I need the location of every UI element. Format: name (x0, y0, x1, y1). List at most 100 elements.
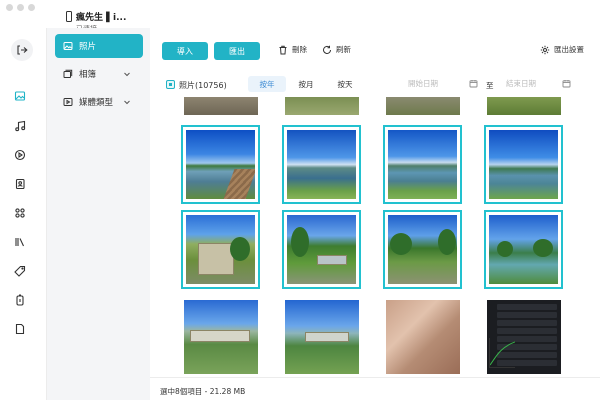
chevron-down-icon (124, 100, 130, 105)
export-button[interactable]: 匯出 (214, 42, 260, 60)
books-icon (15, 238, 24, 247)
status-bar: 選中8個項目 - 21.28 MB (150, 377, 600, 400)
media-type-icon (63, 98, 73, 106)
sidebar-item-albums[interactable]: 相簿 (55, 62, 143, 86)
photo-image (388, 215, 457, 284)
exit-icon (17, 45, 28, 55)
refresh-label: 刷新 (336, 45, 351, 54)
gear-icon (540, 45, 550, 54)
music-icon (15, 120, 26, 132)
start-date-input[interactable]: 開始日期 (408, 78, 478, 92)
photo-thumbnail[interactable] (184, 300, 258, 374)
photo-image (184, 97, 258, 115)
photo-thumbnail-selected[interactable] (484, 210, 563, 289)
icon-rail (0, 36, 46, 400)
photo-image (186, 215, 255, 284)
album-icon (63, 69, 73, 78)
photo-image (388, 130, 457, 199)
photo-thumbnail[interactable] (184, 97, 258, 115)
photo-thumbnail[interactable] (285, 300, 359, 374)
start-date-placeholder: 開始日期 (408, 79, 438, 88)
photo-image (386, 97, 460, 115)
photo-thumbnail-selected[interactable] (484, 125, 563, 204)
photo-image (287, 215, 356, 284)
sidebar-item-label: 相簿 (79, 70, 97, 80)
sidebar-item-label: 照片 (79, 42, 97, 52)
zoom-window-button[interactable] (28, 4, 35, 11)
rail-item-backup[interactable] (10, 290, 30, 310)
device-name: 瘋先生 ▌i... (76, 13, 127, 23)
photo-image (489, 130, 558, 199)
photo-thumbnail-selected[interactable] (282, 210, 361, 289)
contacts-icon (15, 178, 25, 190)
import-button[interactable]: 導入 (162, 42, 208, 60)
select-all-checkbox[interactable] (166, 80, 175, 89)
filter-bar: 照片(10756) 按年 按月 按天 開始日期 至 結束日期 (150, 74, 600, 96)
photo-thumbnail-selected[interactable] (181, 210, 260, 289)
exit-button[interactable] (11, 39, 33, 61)
export-settings-button[interactable]: 匯出設置 (540, 44, 584, 55)
photo-image (285, 300, 359, 374)
tab-by-year[interactable]: 按年 (248, 76, 286, 92)
app-window: 瘋先生 ▌i... 已連接 (0, 0, 600, 400)
refresh-button[interactable]: 刷新 (322, 44, 351, 55)
photo-image (186, 130, 255, 199)
photo-thumbnail-selected[interactable] (181, 125, 260, 204)
delete-label: 刪除 (292, 45, 307, 54)
selection-status: 選中8個項目 - 21.28 MB (160, 387, 246, 396)
close-window-button[interactable] (6, 4, 13, 11)
photo-image (184, 300, 258, 374)
rail-item-videos[interactable] (10, 145, 30, 165)
photo-icon (63, 42, 73, 50)
calendar-icon (469, 80, 478, 88)
photo-image (386, 300, 460, 374)
photo-image (285, 97, 359, 115)
photo-thumbnail-selected[interactable] (383, 125, 462, 204)
rail-item-books[interactable] (10, 232, 30, 252)
photo-thumbnail[interactable] (386, 300, 460, 374)
phone-icon (66, 11, 72, 22)
photo-image (487, 97, 561, 115)
end-date-placeholder: 結束日期 (506, 79, 536, 88)
photo-thumbnail-selected[interactable] (282, 125, 361, 204)
ringtone-icon (14, 265, 26, 277)
sidebar-item-photos[interactable]: 照片 (55, 34, 143, 58)
photo-count-label: 照片(10756) (179, 81, 227, 90)
calendar-icon (562, 80, 571, 88)
minimize-window-button[interactable] (17, 4, 24, 11)
end-date-input[interactable]: 結束日期 (506, 78, 571, 92)
photo-grid (150, 97, 600, 374)
chevron-down-icon (124, 72, 130, 77)
file-icon (15, 323, 25, 335)
sidebar: 照片 相簿 媒體類型 (46, 28, 150, 400)
delete-button[interactable]: 刪除 (278, 44, 307, 55)
photo-image (287, 130, 356, 199)
photo-icon (14, 91, 26, 101)
sidebar-item-media-types[interactable]: 媒體類型 (55, 90, 143, 114)
export-settings-label: 匯出設置 (554, 45, 584, 54)
photo-thumbnail[interactable] (285, 97, 359, 115)
rail-item-photos[interactable] (10, 86, 30, 106)
tab-by-day[interactable]: 按天 (326, 76, 364, 92)
trash-icon (279, 45, 287, 54)
photo-thumbnail-selected[interactable] (383, 210, 462, 289)
rail-item-apps[interactable] (10, 203, 30, 223)
photo-thumbnail[interactable] (386, 97, 460, 115)
rail-item-contacts[interactable] (10, 174, 30, 194)
tab-by-month[interactable]: 按月 (287, 76, 325, 92)
apps-icon (15, 208, 25, 218)
rail-item-music[interactable] (10, 116, 30, 136)
sidebar-item-label: 媒體類型 (79, 98, 114, 108)
photo-image (489, 215, 558, 284)
backup-icon (16, 294, 24, 306)
toolbar: 導入 匯出 刪除 刷新 匯出設置 (150, 36, 600, 68)
refresh-icon (323, 45, 331, 54)
rail-item-ringtones[interactable] (10, 261, 30, 281)
photo-thumbnail[interactable] (487, 300, 561, 374)
rail-item-files[interactable] (10, 319, 30, 339)
date-range-separator: 至 (486, 81, 494, 90)
scrollbar[interactable] (587, 100, 591, 370)
photo-image (487, 300, 561, 374)
video-icon (14, 149, 26, 161)
photo-thumbnail[interactable] (487, 97, 561, 115)
